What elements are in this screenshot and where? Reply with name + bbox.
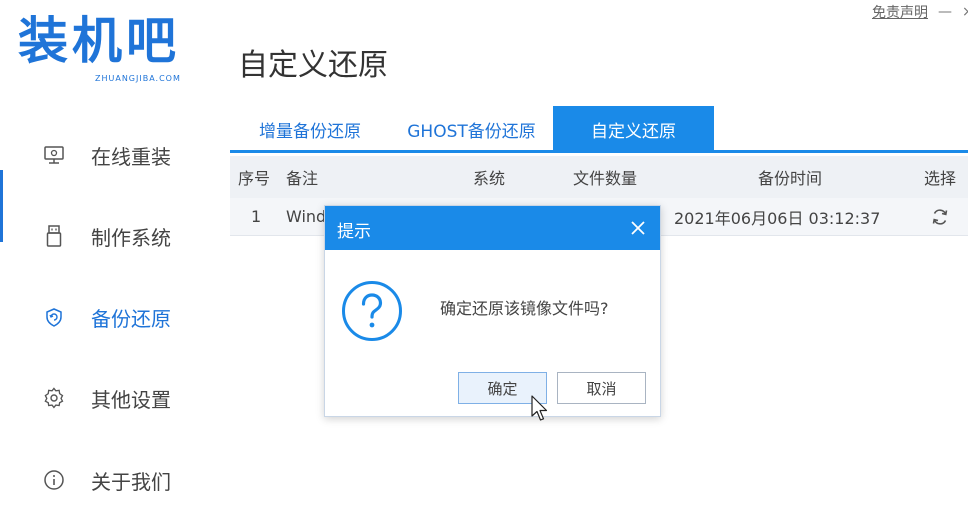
tab-incremental-restore[interactable]: 增量备份还原	[230, 106, 390, 152]
mouse-cursor-icon	[531, 395, 549, 423]
window-controls: 免责声明 — ×	[872, 2, 968, 22]
restore-icon[interactable]	[930, 198, 950, 235]
info-icon	[42, 468, 66, 492]
dialog-title: 提示	[337, 222, 371, 242]
sidebar-item-make-system[interactable]: 制作系统	[0, 206, 225, 266]
confirm-dialog: 提示 确定还原该镜像文件吗? 确定 取消	[324, 205, 661, 417]
sidebar-item-online-reinstall[interactable]: 在线重装	[0, 125, 225, 185]
column-header: 系统	[473, 169, 506, 188]
dialog-header: 提示	[325, 206, 660, 250]
table-header: 序号 备注 系统 文件数量 备份时间 选择	[230, 156, 968, 198]
disclaimer-link[interactable]: 免责声明	[872, 2, 928, 22]
monitor-icon	[42, 143, 66, 167]
usb-icon	[42, 224, 66, 248]
row-note: Wind	[286, 207, 327, 226]
logo-subtext: ZHUANGJIBA.COM	[95, 74, 181, 83]
tab-bar: 增量备份还原 GHOST备份还原 自定义还原	[230, 106, 714, 152]
backup-restore-icon	[42, 305, 66, 329]
sidebar-item-label: 在线重装	[91, 144, 171, 169]
gear-icon	[42, 386, 66, 410]
tab-underline	[230, 150, 968, 153]
tab-ghost-restore[interactable]: GHOST备份还原	[390, 106, 553, 152]
app-logo: 装机吧 ZHUANGJIBA.COM	[18, 12, 200, 86]
dialog-message: 确定还原该镜像文件吗?	[440, 299, 609, 318]
sidebar-item-label: 制作系统	[91, 225, 171, 250]
logo-text: 装机吧	[18, 12, 180, 70]
sidebar-item-other-settings[interactable]: 其他设置	[0, 368, 225, 428]
sidebar-item-about-us[interactable]: 关于我们	[0, 450, 225, 505]
close-icon[interactable]	[626, 216, 650, 240]
column-header: 序号	[238, 169, 271, 188]
question-icon	[341, 280, 403, 342]
close-window-button[interactable]: ×	[962, 4, 968, 20]
page-title: 自定义还原	[238, 48, 388, 83]
cancel-button[interactable]: 取消	[557, 372, 646, 404]
sidebar-item-label: 备份还原	[91, 306, 171, 331]
minimize-button[interactable]: —	[938, 4, 952, 20]
row-seq: 1	[251, 207, 262, 226]
tab-custom-restore[interactable]: 自定义还原	[553, 106, 714, 152]
column-header: 备份时间	[758, 169, 823, 188]
column-header: 备注	[286, 169, 319, 188]
sidebar-item-label: 其他设置	[91, 387, 171, 412]
column-header: 文件数量	[573, 169, 638, 188]
row-backup-time: 2021年06月06日 03:12:37	[674, 208, 881, 228]
sidebar-item-label: 关于我们	[91, 469, 171, 494]
sidebar-item-backup-restore[interactable]: 备份还原	[0, 287, 225, 347]
column-header: 选择	[924, 169, 957, 188]
